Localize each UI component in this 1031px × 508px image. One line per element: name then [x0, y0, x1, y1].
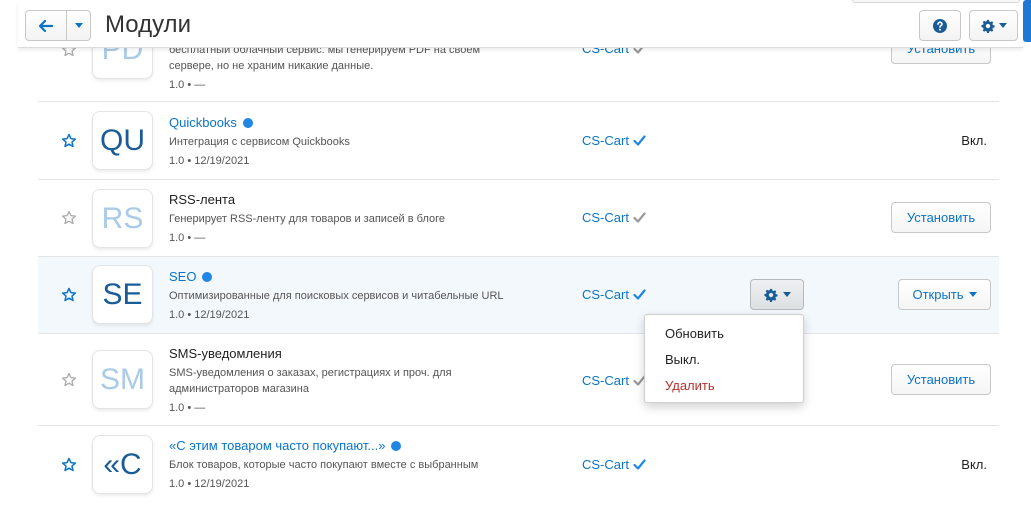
install-button[interactable]: Установить — [891, 202, 991, 233]
module-name[interactable]: «С этим товаром часто покупают...» — [169, 438, 385, 454]
gear-icon — [980, 19, 995, 33]
developer-name[interactable]: CS-Cart — [582, 457, 629, 472]
caret-down-icon — [74, 23, 83, 28]
module-description: Генерирует RSS-ленту для товаров и запис… — [169, 213, 446, 225]
active-indicator — [202, 272, 213, 282]
question-circle-icon — [933, 18, 947, 33]
open-button-label[interactable]: Открыть — [912, 287, 963, 302]
module-row-bought-together: «C «С этим товаром часто покупают...» Бл… — [38, 426, 999, 508]
module-row-seo: SE SEO Оптимизированные для поисковых се… — [38, 257, 999, 334]
developer-link[interactable]: CS-Cart — [582, 210, 646, 225]
status-label: Вкл. — [961, 133, 987, 148]
caret-down-icon — [782, 292, 791, 297]
active-indicator — [242, 118, 253, 128]
module-logo: SE — [92, 265, 153, 324]
module-actions-dropdown: Обновить Выкл. Удалить — [644, 314, 804, 403]
module-name[interactable]: SEO — [169, 269, 196, 285]
star-icon[interactable] — [61, 457, 77, 473]
top-toolbar: Модули — [18, 0, 1023, 48]
developer-name[interactable]: CS-Cart — [582, 210, 629, 225]
back-button[interactable] — [26, 11, 67, 40]
developer-name[interactable]: CS-Cart — [582, 287, 629, 302]
module-name-link[interactable]: SEO — [169, 269, 569, 285]
module-logo: SM — [92, 350, 153, 409]
menu-item-disable[interactable]: Выкл. — [645, 348, 803, 374]
developer-link[interactable]: CS-Cart — [582, 287, 646, 302]
module-description: Блок товаров, которые часто покупают вме… — [169, 459, 479, 471]
toolbar-tab-stub — [852, 0, 1020, 3]
star-outline-icon[interactable] — [61, 210, 77, 226]
developer-name[interactable]: CS-Cart — [582, 373, 629, 388]
module-name-link[interactable]: «С этим товаром часто покупают...» — [169, 438, 569, 454]
toolbar-edge-accent — [1023, 0, 1031, 42]
page-title: Модули — [105, 11, 191, 38]
module-meta: 1.0 • — — [169, 232, 206, 244]
modules-page: PD бесплатный облачный сервис. мы генери… — [0, 0, 1031, 508]
star-icon[interactable] — [61, 287, 77, 303]
module-name[interactable]: Quickbooks — [169, 115, 237, 131]
module-row-sms: SM SMS-уведомления SMS-уведомления о зак… — [38, 334, 999, 426]
install-button[interactable]: Установить — [891, 364, 991, 395]
module-meta: 1.0 • 12/19/2021 — [169, 478, 250, 490]
developer-link[interactable]: CS-Cart — [582, 133, 646, 148]
module-description: Оптимизированные для поисковых сервисов … — [169, 290, 504, 302]
check-icon — [633, 289, 646, 300]
check-icon — [633, 459, 646, 470]
status-label: Вкл. — [961, 457, 987, 472]
settings-menu-button[interactable] — [969, 10, 1018, 41]
back-button-group — [25, 10, 91, 41]
menu-item-delete[interactable]: Удалить — [645, 374, 803, 400]
gear-icon — [763, 288, 778, 302]
module-name-link[interactable]: Quickbooks — [169, 115, 569, 131]
open-button[interactable]: Открыть — [898, 279, 991, 310]
check-icon — [633, 135, 646, 146]
module-name[interactable]: SMS-уведомления — [169, 346, 509, 362]
module-row-quickbooks: QU Quickbooks Интеграция с сервисом Quic… — [38, 102, 999, 180]
module-row-rss: RS RSS-лента Генерирует RSS-ленту для то… — [38, 180, 999, 257]
module-meta: 1.0 • — — [169, 79, 206, 91]
star-outline-icon[interactable] — [61, 372, 77, 388]
module-logo: RS — [92, 189, 153, 248]
module-meta: 1.0 • 12/19/2021 — [169, 155, 250, 167]
star-icon[interactable] — [61, 133, 77, 149]
module-logo: QU — [92, 111, 153, 170]
help-button[interactable] — [919, 10, 961, 41]
module-meta: 1.0 • 12/19/2021 — [169, 309, 250, 321]
module-name[interactable]: RSS-лента — [169, 192, 569, 208]
module-settings-button[interactable] — [750, 279, 804, 310]
active-indicator — [391, 441, 402, 451]
arrow-left-icon — [39, 19, 53, 32]
developer-link[interactable]: CS-Cart — [582, 457, 646, 472]
caret-down-icon — [968, 292, 977, 297]
back-history-dropdown[interactable] — [67, 11, 90, 40]
caret-down-icon — [998, 23, 1007, 28]
module-description: SMS-уведомления о заказах, регистрациях … — [169, 367, 452, 395]
module-description: Интеграция с сервисом Quickbooks — [169, 136, 350, 148]
check-icon — [633, 212, 646, 223]
developer-link[interactable]: CS-Cart — [582, 373, 646, 388]
module-logo: «C — [92, 435, 153, 494]
module-meta: 1.0 • — — [169, 402, 206, 414]
menu-item-update[interactable]: Обновить — [645, 322, 803, 348]
developer-name[interactable]: CS-Cart — [582, 133, 629, 148]
